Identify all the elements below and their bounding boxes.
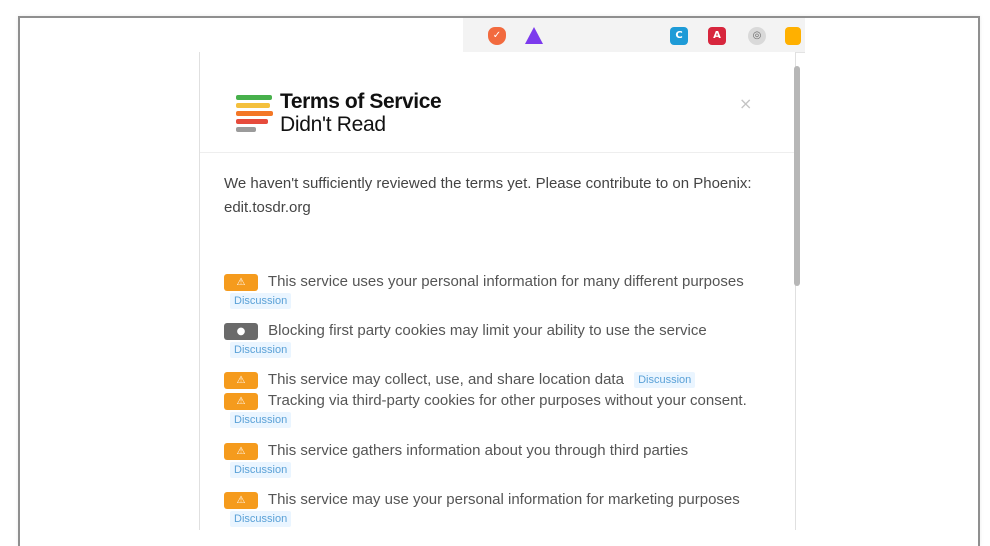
list-item: ● Blocking first party cookies may limit… bbox=[224, 321, 758, 359]
tosdr-logo-icon bbox=[236, 95, 278, 133]
term-text: This service may use your personal infor… bbox=[267, 491, 740, 508]
warning-badge-icon: ⚠ bbox=[224, 372, 258, 389]
discussion-link[interactable]: Discussion bbox=[230, 342, 292, 358]
close-icon[interactable]: × bbox=[739, 94, 752, 113]
orange-extension-icon[interactable] bbox=[785, 27, 801, 45]
warning-badge-icon: ⚠ bbox=[224, 492, 258, 509]
popup-header: Terms of Service Didn't Read × bbox=[200, 52, 795, 153]
shield-icon[interactable]: ✓ bbox=[488, 27, 506, 45]
warning-badge-icon: ⚠ bbox=[224, 443, 258, 460]
red-extension-icon[interactable]: A bbox=[708, 27, 726, 45]
warning-badge-icon: ⚠ bbox=[224, 393, 258, 410]
warning-badge-icon: ⚠ bbox=[224, 274, 258, 291]
list-item: ⚠ This service uses your personal inform… bbox=[224, 272, 758, 310]
review-status-message: We haven't sufficiently reviewed the ter… bbox=[224, 175, 752, 216]
list-item: ⚠ This service may collect, use, and sha… bbox=[224, 370, 758, 389]
extensions-toolbar: ✓ C A ◎ bbox=[463, 18, 805, 53]
discussion-link[interactable]: Discussion bbox=[230, 511, 292, 527]
tosdr-popup: Terms of Service Didn't Read × We haven'… bbox=[199, 52, 796, 530]
terms-list: ⚠ This service uses your personal inform… bbox=[224, 272, 758, 530]
discussion-link[interactable]: Discussion bbox=[230, 293, 292, 309]
brand-subtitle: Didn't Read bbox=[280, 113, 386, 136]
brand-title: Terms of Service bbox=[280, 90, 442, 113]
list-item: ⚠ This service gathers information about… bbox=[224, 441, 758, 479]
term-text: This service uses your personal informat… bbox=[267, 273, 744, 290]
warning-triangle-icon[interactable] bbox=[525, 27, 543, 44]
gray-extension-icon[interactable]: ◎ bbox=[748, 27, 766, 45]
popup-scrollbar[interactable] bbox=[794, 66, 800, 286]
discussion-link[interactable]: Discussion bbox=[230, 412, 292, 428]
term-text: Blocking first party cookies may limit y… bbox=[268, 322, 707, 339]
discussion-link[interactable]: Discussion bbox=[634, 372, 696, 388]
blue-extension-icon[interactable]: C bbox=[670, 27, 688, 45]
neutral-badge-icon: ● bbox=[224, 323, 258, 340]
term-text: This service gathers information about y… bbox=[267, 442, 689, 459]
term-text: Tracking via third-party cookies for oth… bbox=[267, 392, 747, 409]
term-text: This service may collect, use, and share… bbox=[267, 371, 624, 388]
list-item: ⚠ This service may use your personal inf… bbox=[224, 490, 758, 528]
list-item: ⚠ Tracking via third-party cookies for o… bbox=[224, 391, 758, 429]
discussion-link[interactable]: Discussion bbox=[230, 462, 292, 478]
